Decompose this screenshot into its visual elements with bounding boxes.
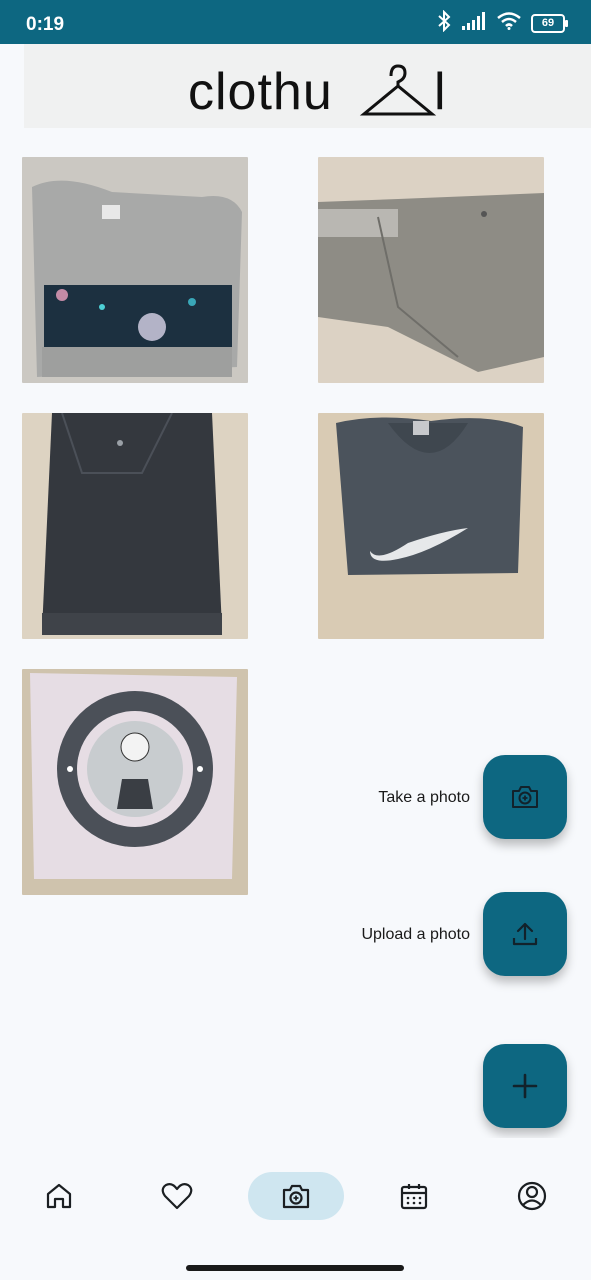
app-header: clothu l	[24, 44, 591, 128]
home-icon	[46, 1183, 72, 1209]
upload-icon	[512, 922, 538, 946]
plus-icon	[512, 1073, 538, 1099]
clothing-photo	[318, 157, 544, 383]
logo-text: clothu	[188, 63, 333, 121]
add-clothing-button[interactable]	[483, 1044, 567, 1128]
nav-profile[interactable]	[502, 1172, 562, 1220]
nav-favorites[interactable]	[147, 1172, 207, 1220]
profile-icon	[517, 1181, 547, 1211]
take-photo-button[interactable]	[483, 755, 567, 839]
nav-calendar[interactable]	[384, 1172, 444, 1220]
clothing-photo	[22, 413, 248, 639]
clothing-photo	[22, 669, 248, 895]
clothing-photo	[318, 413, 544, 639]
signal-icon	[461, 11, 487, 36]
app-logo: clothu l	[188, 60, 448, 120]
nav-home[interactable]	[29, 1172, 89, 1220]
take-photo-label[interactable]: Take a photo	[378, 789, 470, 807]
gesture-bar[interactable]	[186, 1265, 404, 1271]
upload-photo-label[interactable]: Upload a photo	[361, 926, 470, 944]
status-bar: 0:19 69	[0, 0, 591, 44]
clothing-photo	[22, 157, 248, 383]
status-time: 0:19	[26, 14, 65, 35]
gallery-item-gray-pants[interactable]	[318, 157, 544, 383]
gallery-item-galaxy-tshirt[interactable]	[22, 157, 248, 383]
heart-icon	[161, 1183, 193, 1210]
camera-icon	[282, 1184, 310, 1209]
upload-photo-button[interactable]	[483, 892, 567, 976]
status-icons: 69	[437, 9, 568, 37]
calendar-icon	[400, 1184, 428, 1210]
bottom-navigation	[0, 1138, 591, 1256]
battery-icon: 69	[531, 13, 568, 33]
hanger-icon	[359, 64, 437, 116]
camera-plus-icon	[512, 786, 538, 808]
nav-camera[interactable]	[266, 1172, 326, 1220]
gallery-item-denim-skirt[interactable]	[22, 413, 248, 639]
logo-text-end: l	[434, 63, 447, 121]
gallery-item-russell-sweatshirt[interactable]	[22, 669, 248, 895]
bluetooth-icon	[437, 9, 451, 37]
gallery-item-nike-sweatshirt[interactable]	[318, 413, 544, 639]
wifi-icon	[497, 11, 521, 35]
